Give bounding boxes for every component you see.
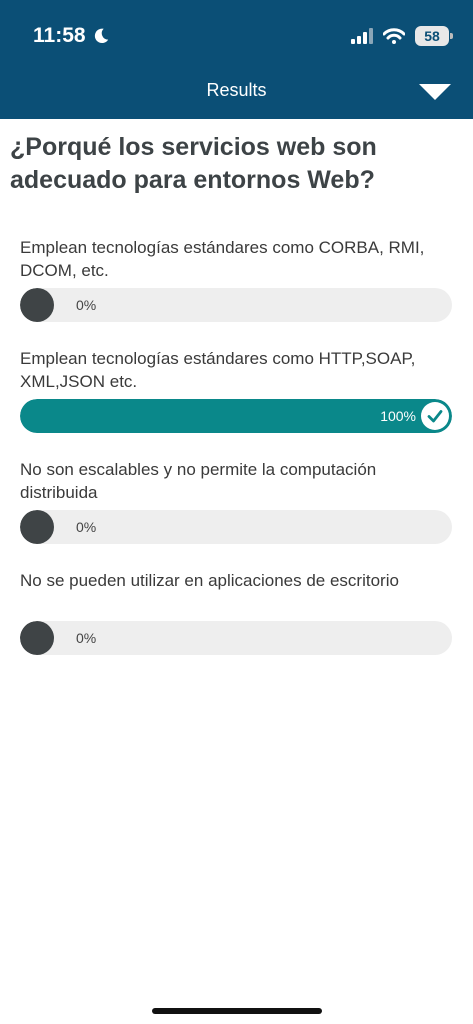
option-4: No se pueden utilizar en aplicaciones de… xyxy=(20,569,452,655)
option-3: No son escalables y no permite la comput… xyxy=(20,458,452,544)
empty-result-dot xyxy=(20,621,54,655)
status-time-text: 11:58 xyxy=(33,24,86,47)
option-2: Emplean tecnologías estándares como HTTP… xyxy=(20,347,452,433)
option-label: No se pueden utilizar en aplicaciones de… xyxy=(20,571,399,590)
option-1: Emplean tecnologías estándares como CORB… xyxy=(20,236,452,322)
chevron-down-icon[interactable] xyxy=(419,84,451,100)
home-indicator[interactable] xyxy=(152,1008,322,1014)
result-bar: 0% xyxy=(20,510,452,544)
status-time: 11:58 xyxy=(33,24,110,48)
header-title: Results xyxy=(206,80,267,100)
app-header: 11:58 58 Results xyxy=(0,0,473,119)
wifi-icon xyxy=(383,28,405,44)
result-bar: 0% xyxy=(20,288,452,322)
option-label: Emplean tecnologías estándares como CORB… xyxy=(20,238,425,280)
battery-level: 58 xyxy=(424,28,440,44)
percent-label: 0% xyxy=(76,630,97,646)
moon-icon xyxy=(94,28,108,44)
signal-icon xyxy=(351,28,373,44)
question-title: ¿Porqué los servicios web son adecuado p… xyxy=(10,133,377,194)
check-icon xyxy=(421,402,449,430)
result-bar: 0% xyxy=(20,621,452,655)
status-icons: 58 xyxy=(351,26,453,46)
percent-label: 0% xyxy=(76,297,97,313)
option-label: No son escalables y no permite la comput… xyxy=(20,460,377,502)
battery-icon: 58 xyxy=(415,26,453,46)
percent-label: 0% xyxy=(76,519,97,535)
result-bar: 100% xyxy=(20,399,452,433)
empty-result-dot xyxy=(20,510,54,544)
option-label: Emplean tecnologías estándares como HTTP… xyxy=(20,349,416,391)
percent-label: 100% xyxy=(380,408,416,424)
empty-result-dot xyxy=(20,288,54,322)
